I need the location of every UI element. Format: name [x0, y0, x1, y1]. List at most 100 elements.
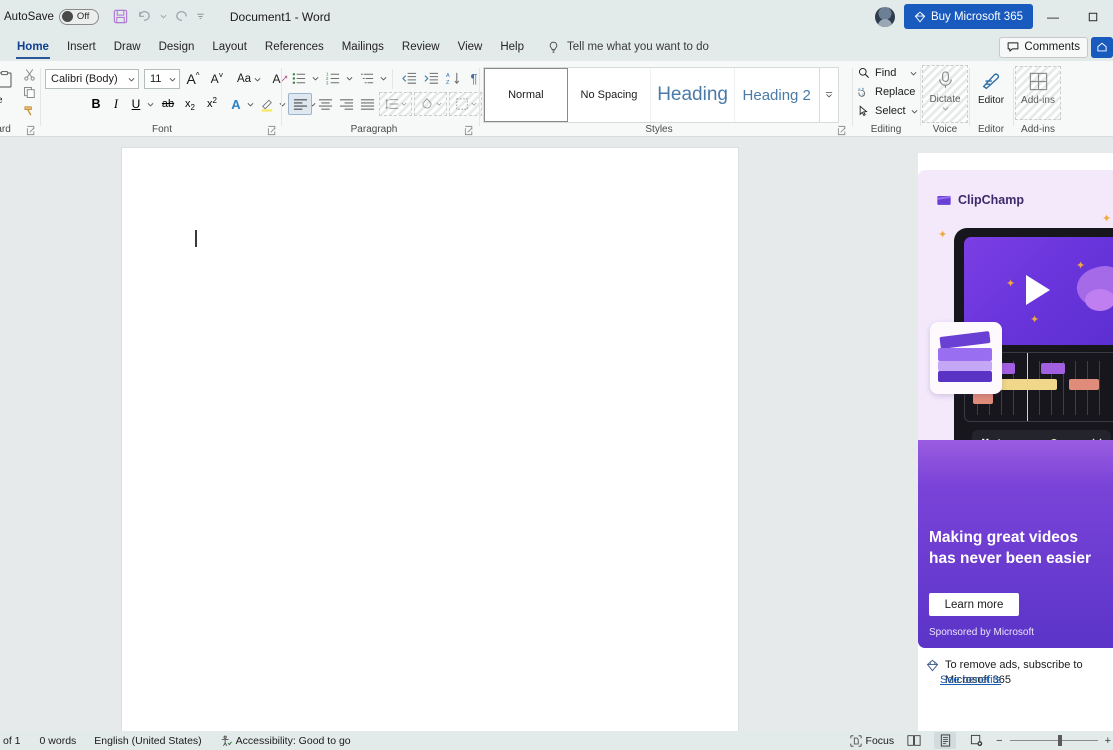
- autosave-toggle[interactable]: Off: [59, 9, 99, 25]
- multilevel-list-icon[interactable]: [356, 67, 378, 89]
- add-ins-grid-icon: [1028, 71, 1049, 92]
- superscript-button[interactable]: x2: [202, 93, 222, 115]
- advertisement-pane: ClipChamp ✦ ✦ ✦ ✦ ✦: [918, 153, 1113, 731]
- ribbon-separator: [1013, 68, 1014, 126]
- paragraph-group-label: Paragraph: [304, 124, 444, 135]
- strikethrough-button[interactable]: ab: [158, 93, 178, 115]
- chevron-down-icon: [128, 76, 135, 83]
- style-heading-1[interactable]: Heading: [651, 68, 735, 122]
- zoom-in-button[interactable]: +: [1105, 735, 1111, 747]
- clipboard-dialog-launcher[interactable]: [26, 123, 38, 135]
- accessibility-status[interactable]: Accessibility: Good to go: [220, 735, 351, 747]
- style-heading-2[interactable]: Heading 2: [735, 68, 819, 122]
- undo-icon[interactable]: [134, 6, 156, 28]
- decrease-indent-icon[interactable]: [398, 67, 420, 89]
- numbering-dropdown-icon[interactable]: [343, 67, 355, 89]
- read-mode-icon: [907, 734, 921, 747]
- tab-references[interactable]: References: [256, 34, 333, 60]
- ad-message-panel: Making great videos has never been easie…: [918, 440, 1113, 648]
- zoom-slider[interactable]: − +: [996, 735, 1111, 747]
- styles-more-button[interactable]: [819, 68, 838, 122]
- restore-button[interactable]: [1073, 0, 1113, 33]
- style-no-spacing-label: No Spacing: [581, 89, 638, 101]
- bullets-dropdown-icon[interactable]: [309, 67, 321, 89]
- font-size-input[interactable]: 11: [144, 69, 180, 89]
- tab-design[interactable]: Design: [150, 34, 204, 60]
- font-dialog-launcher[interactable]: [267, 123, 279, 135]
- align-left-button[interactable]: [288, 93, 312, 115]
- underline-dropdown-icon[interactable]: [144, 93, 157, 115]
- cut-icon[interactable]: [20, 65, 38, 83]
- zoom-handle[interactable]: [1058, 735, 1062, 746]
- minimize-button[interactable]: —: [1033, 0, 1073, 33]
- word-count[interactable]: 0 words: [40, 735, 77, 747]
- select-label: Select: [875, 105, 906, 117]
- tab-help[interactable]: Help: [491, 34, 533, 60]
- text-effects-icon[interactable]: A: [226, 93, 246, 115]
- redo-icon[interactable]: [171, 6, 193, 28]
- numbering-icon[interactable]: 1 2 3: [322, 67, 344, 89]
- select-button[interactable]: Select: [858, 105, 918, 117]
- learn-more-button[interactable]: Learn more: [929, 593, 1019, 616]
- highlight-color-icon[interactable]: [256, 93, 278, 115]
- align-right-button[interactable]: [335, 93, 357, 115]
- font-name-input[interactable]: Calibri (Body): [45, 69, 139, 89]
- tab-mailings[interactable]: Mailings: [333, 34, 393, 60]
- tab-layout[interactable]: Layout: [203, 34, 256, 60]
- buy-microsoft-365-button[interactable]: Buy Microsoft 365: [904, 4, 1033, 29]
- ribbon-group-font: Calibri (Body) 11 A^ A˅ Aa A B: [42, 61, 282, 137]
- sponsor-label: Sponsored by Microsoft: [929, 627, 1034, 638]
- justify-button[interactable]: [356, 93, 378, 115]
- tab-insert[interactable]: Insert: [58, 34, 105, 60]
- avatar[interactable]: [875, 7, 895, 27]
- sort-icon[interactable]: A Z: [442, 67, 464, 89]
- multilevel-dropdown-icon[interactable]: [377, 67, 389, 89]
- find-button[interactable]: Find: [858, 67, 917, 79]
- tab-home[interactable]: Home: [8, 34, 58, 60]
- styles-dialog-launcher[interactable]: [837, 123, 849, 135]
- increase-indent-icon[interactable]: [420, 67, 442, 89]
- customize-qat-icon[interactable]: [195, 6, 206, 28]
- format-painter-icon[interactable]: [20, 101, 38, 119]
- comments-button[interactable]: Comments: [999, 37, 1088, 58]
- style-no-spacing[interactable]: No Spacing: [568, 68, 652, 122]
- grow-font-icon[interactable]: A^: [182, 68, 204, 90]
- language-indicator[interactable]: English (United States): [94, 735, 201, 747]
- editor-button[interactable]: Editor: [970, 66, 1012, 124]
- underline-button[interactable]: U: [126, 93, 146, 115]
- align-center-button[interactable]: [314, 93, 336, 115]
- document-page[interactable]: [122, 148, 738, 738]
- chevron-down-icon: [254, 76, 261, 83]
- paste-icon[interactable]: [0, 67, 18, 93]
- print-layout-button[interactable]: [934, 732, 956, 749]
- paragraph-dialog-launcher[interactable]: [464, 123, 476, 135]
- shrink-font-icon[interactable]: A˅: [206, 68, 228, 90]
- share-button[interactable]: [1091, 37, 1113, 58]
- word-window: AutoSave Off: [0, 0, 1113, 750]
- style-normal[interactable]: Normal: [484, 68, 568, 122]
- undo-dropdown-icon[interactable]: [158, 6, 169, 28]
- tab-review[interactable]: Review: [393, 34, 449, 60]
- italic-button[interactable]: I: [106, 93, 126, 115]
- autosave-control[interactable]: AutoSave Off: [4, 9, 99, 25]
- focus-button[interactable]: Focus: [850, 735, 895, 747]
- ribbon-group-voice: Dictate Voice: [922, 61, 968, 137]
- bold-button[interactable]: B: [86, 93, 106, 115]
- read-mode-button[interactable]: [903, 732, 925, 749]
- replace-button[interactable]: a b c Replace: [858, 86, 915, 98]
- subscript-button[interactable]: x2: [180, 93, 200, 115]
- zoom-track[interactable]: [1010, 740, 1098, 741]
- addins-group-label: Add-ins: [1015, 124, 1061, 135]
- zoom-out-button[interactable]: −: [996, 735, 1002, 747]
- see-benefits-link[interactable]: See benefits: [940, 674, 1001, 686]
- bullets-icon[interactable]: [288, 67, 310, 89]
- save-icon[interactable]: [110, 6, 132, 28]
- web-layout-button[interactable]: [965, 732, 987, 749]
- tab-draw[interactable]: Draw: [105, 34, 150, 60]
- copy-icon[interactable]: [20, 83, 38, 101]
- tab-view[interactable]: View: [449, 34, 492, 60]
- change-case-icon[interactable]: Aa: [234, 68, 264, 90]
- page-number[interactable]: of 1: [3, 735, 21, 747]
- clipchamp-ad-card[interactable]: ClipChamp ✦ ✦ ✦ ✦ ✦: [918, 170, 1113, 648]
- tell-me-search[interactable]: Tell me what you want to do: [547, 41, 709, 54]
